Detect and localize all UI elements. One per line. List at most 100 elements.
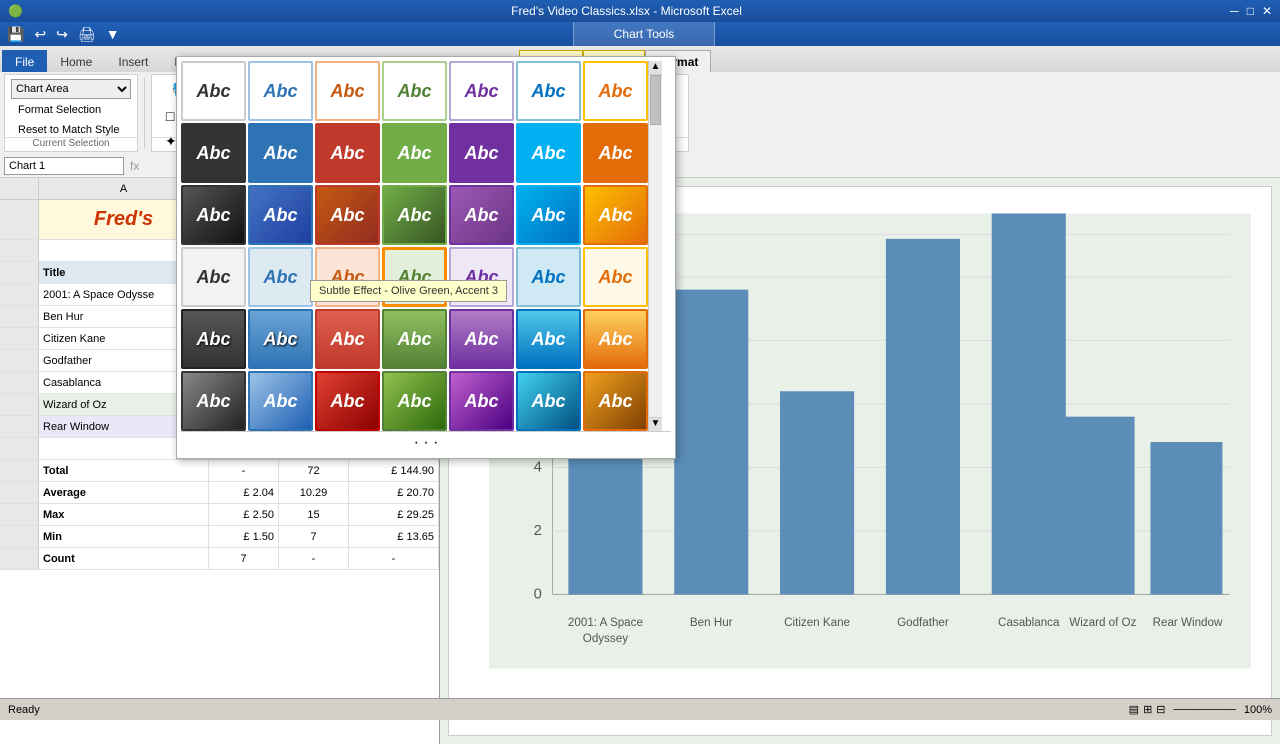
zoom-slider[interactable]: ──────── xyxy=(1174,704,1236,716)
chart-area-select[interactable]: Chart Area xyxy=(11,79,131,99)
wordart-item[interactable]: Abc xyxy=(181,185,246,245)
stat-price[interactable]: £ 2.50 xyxy=(209,504,279,525)
stat-price[interactable]: £ 2.04 xyxy=(209,482,279,503)
name-box[interactable] xyxy=(4,157,124,175)
wordart-item[interactable]: Abc xyxy=(248,123,313,183)
bar-casablanca[interactable] xyxy=(992,213,1066,594)
wordart-item[interactable]: Abc xyxy=(583,123,648,183)
wordart-item[interactable]: Abc xyxy=(516,123,581,183)
chart-tools-label: Chart Tools xyxy=(573,22,715,46)
wordart-item[interactable]: Abc xyxy=(248,61,313,121)
wordart-item[interactable]: Abc xyxy=(516,185,581,245)
wordart-item[interactable]: Abc xyxy=(181,247,246,307)
scroll-down-button[interactable]: ▼ xyxy=(649,417,662,431)
scroll-thumb[interactable] xyxy=(650,75,661,125)
wordart-item[interactable]: Abc xyxy=(583,61,648,121)
save-button[interactable]: 💾 xyxy=(4,26,27,43)
stat-qty[interactable]: 15 xyxy=(279,504,349,525)
customize-button[interactable]: ▼ xyxy=(103,26,123,42)
stat-label[interactable]: Min xyxy=(39,526,209,547)
wordart-item[interactable]: Abc xyxy=(382,309,447,369)
row-num xyxy=(0,328,39,349)
close-icon[interactable]: ✕ xyxy=(1262,4,1272,18)
stat-qty[interactable]: - xyxy=(279,548,349,569)
maximize-icon[interactable]: □ xyxy=(1247,4,1254,18)
wordart-item[interactable]: Abc xyxy=(449,309,514,369)
wordart-item[interactable]: Abc xyxy=(382,371,447,431)
bar-wizard[interactable] xyxy=(1061,417,1135,595)
wordart-item[interactable]: Abc xyxy=(516,247,581,307)
stat-total[interactable]: £ 144.90 xyxy=(349,460,439,481)
redo-button[interactable]: ↪ xyxy=(53,26,71,43)
view-normal-icon[interactable]: ▤ xyxy=(1129,703,1139,716)
scroll-up-button[interactable]: ▲ xyxy=(649,61,662,75)
wordart-item[interactable]: Abc xyxy=(583,247,648,307)
status-bar: Ready ▤ ⊞ ⊟ ──────── 100% xyxy=(0,698,1280,720)
format-selection-button[interactable]: Format Selection xyxy=(11,101,131,119)
wordart-item[interactable]: Abc xyxy=(516,61,581,121)
stat-total[interactable]: £ 20.70 xyxy=(349,482,439,503)
wordart-item[interactable]: Abc xyxy=(181,371,246,431)
wordart-item[interactable]: Abc xyxy=(516,309,581,369)
stat-qty[interactable]: 10.29 xyxy=(279,482,349,503)
wordart-item[interactable]: Abc xyxy=(449,185,514,245)
wordart-item[interactable]: Abc xyxy=(315,309,380,369)
wordart-item[interactable]: Abc xyxy=(449,371,514,431)
stat-label[interactable]: Total xyxy=(39,460,209,481)
wordart-item[interactable]: Abc xyxy=(449,123,514,183)
wordart-item[interactable]: Abc xyxy=(382,61,447,121)
stat-qty[interactable]: 72 xyxy=(279,460,349,481)
tab-insert[interactable]: Insert xyxy=(105,50,161,72)
wordart-item[interactable]: Abc xyxy=(516,371,581,431)
wordart-item[interactable]: Abc xyxy=(583,371,648,431)
tab-file[interactable]: File xyxy=(2,50,47,72)
bar-ben-hur[interactable] xyxy=(674,290,748,595)
stat-label[interactable]: Max xyxy=(39,504,209,525)
bar-godfather[interactable] xyxy=(886,239,960,595)
wordart-item[interactable]: Abc xyxy=(181,61,246,121)
wordart-item[interactable]: Abc xyxy=(181,309,246,369)
minimize-icon[interactable]: ─ xyxy=(1230,4,1239,18)
wordart-item[interactable]: Abc xyxy=(248,247,313,307)
wordart-grid: Abc Abc Abc Abc Abc Abc Abc Abc Abc Abc … xyxy=(181,61,648,431)
row-num xyxy=(0,200,39,239)
stat-label[interactable]: Average xyxy=(39,482,209,503)
stat-total[interactable]: - xyxy=(349,548,439,569)
row-num xyxy=(0,482,39,503)
view-page-break-icon[interactable]: ⊟ xyxy=(1156,703,1165,716)
undo-button[interactable]: ↩ xyxy=(31,26,49,43)
window-controls[interactable]: ─ □ ✕ xyxy=(1230,4,1272,18)
stat-price[interactable]: - xyxy=(209,460,279,481)
svg-text:4: 4 xyxy=(534,460,542,476)
wordart-item[interactable]: Abc xyxy=(248,371,313,431)
wordart-item[interactable]: Abc xyxy=(248,309,313,369)
bar-rear-window[interactable] xyxy=(1150,442,1222,594)
dropdown-scrollbar[interactable]: ▲ ▼ xyxy=(648,61,662,431)
wordart-item[interactable]: Abc xyxy=(583,185,648,245)
stat-qty[interactable]: 7 xyxy=(279,526,349,547)
wordart-item[interactable]: Abc xyxy=(181,123,246,183)
stat-total[interactable]: £ 13.65 xyxy=(349,526,439,547)
wordart-item[interactable]: Abc xyxy=(583,309,648,369)
tab-home[interactable]: Home xyxy=(47,50,105,72)
wordart-item[interactable]: Abc xyxy=(248,185,313,245)
stat-price[interactable]: 7 xyxy=(209,548,279,569)
stat-price[interactable]: £ 1.50 xyxy=(209,526,279,547)
stat-total[interactable]: £ 29.25 xyxy=(349,504,439,525)
stat-label[interactable]: Count xyxy=(39,548,209,569)
current-selection-label: Current Selection xyxy=(5,137,137,149)
row-num xyxy=(0,460,39,481)
bar-citizen-kane[interactable] xyxy=(780,391,854,594)
formula-bar-divider: fx xyxy=(128,159,141,173)
wordart-item[interactable]: Abc xyxy=(382,123,447,183)
wordart-item[interactable]: Abc xyxy=(315,185,380,245)
wordart-item[interactable]: Abc xyxy=(315,371,380,431)
print-button[interactable]: 🖨 xyxy=(75,26,99,43)
wordart-item[interactable]: Abc xyxy=(315,61,380,121)
wordart-item[interactable]: Abc xyxy=(382,185,447,245)
wordart-item[interactable]: Abc xyxy=(449,61,514,121)
wordart-item[interactable]: Abc xyxy=(315,123,380,183)
view-layout-icon[interactable]: ⊞ xyxy=(1143,703,1152,716)
svg-text:0: 0 xyxy=(534,587,542,603)
svg-text:2001: A Space: 2001: A Space xyxy=(568,616,643,629)
